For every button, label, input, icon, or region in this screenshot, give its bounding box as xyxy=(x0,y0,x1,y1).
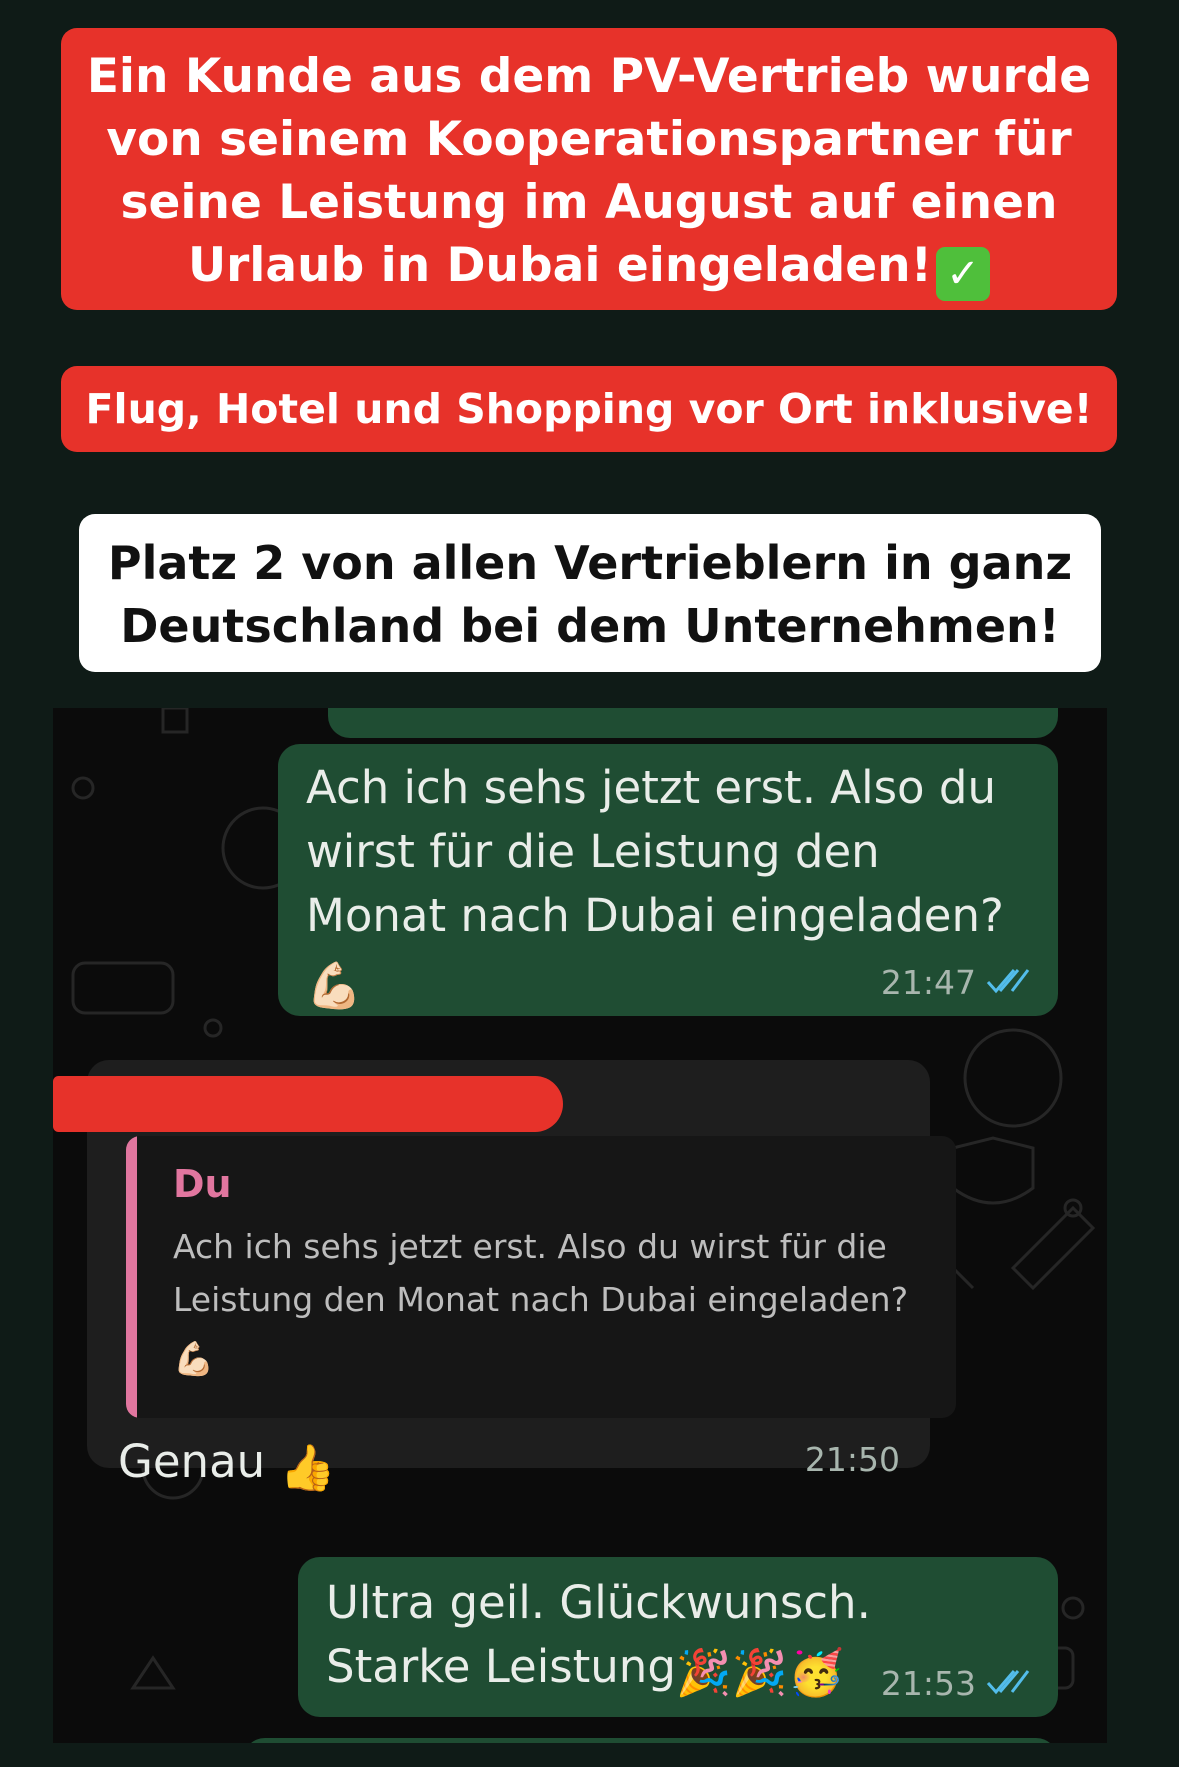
read-receipt-icon xyxy=(986,1664,1030,1703)
ranking-text: Platz 2 von allen Vertrieblern in ganz D… xyxy=(107,536,1073,653)
quote-author: Du xyxy=(173,1162,232,1206)
read-receipt-icon xyxy=(986,963,1030,1002)
previous-message-bubble xyxy=(328,708,1058,738)
thumbs-up-emoji-icon: 👍 xyxy=(279,1441,336,1494)
check-emoji-icon: ✓ xyxy=(936,247,991,301)
message-time: 21:53 xyxy=(880,1664,976,1703)
message-time: 21:47 xyxy=(880,963,976,1002)
message-time: 21:50 xyxy=(804,1440,900,1479)
subline-text: Flug, Hotel und Shopping vor Ort inklusi… xyxy=(85,385,1093,433)
flexed-biceps-emoji-icon: 💪🏻 xyxy=(306,959,363,1012)
message-bubble-outgoing[interactable]: Ach ich sehs jetzt erst. Also du wirst f… xyxy=(278,744,1058,1016)
ranking-banner: Platz 2 von allen Vertrieblern in ganz D… xyxy=(79,514,1101,672)
headline-banner: Ein Kunde aus dem PV-Vertrieb wurde von … xyxy=(61,28,1117,310)
quoted-message[interactable]: Du Ach ich sehs jetzt erst. Also du wirs… xyxy=(126,1136,956,1418)
party-emoji-icon: 🎉🎉🥳 xyxy=(675,1646,844,1699)
message-text: Ach ich sehs jetzt erst. Also du wirst f… xyxy=(306,761,1004,942)
message-bubble-outgoing[interactable]: Ultra geil. Glückwunsch. Starke Leistung… xyxy=(298,1557,1058,1717)
quote-text-block: Ach ich sehs jetzt erst. Also du wirst f… xyxy=(173,1220,943,1385)
next-message-bubble xyxy=(243,1738,1058,1743)
chat-screenshot: Ach ich sehs jetzt erst. Also du wirst f… xyxy=(53,708,1107,1743)
redacted-sender-name xyxy=(53,1076,563,1132)
quote-accent-bar xyxy=(126,1136,137,1418)
flexed-biceps-emoji-icon: 💪🏻 xyxy=(173,1339,215,1378)
message-text: Genau xyxy=(118,1435,266,1488)
quote-text: Ach ich sehs jetzt erst. Also du wirst f… xyxy=(173,1227,909,1319)
subline-banner: Flug, Hotel und Shopping vor Ort inklusi… xyxy=(61,366,1117,452)
